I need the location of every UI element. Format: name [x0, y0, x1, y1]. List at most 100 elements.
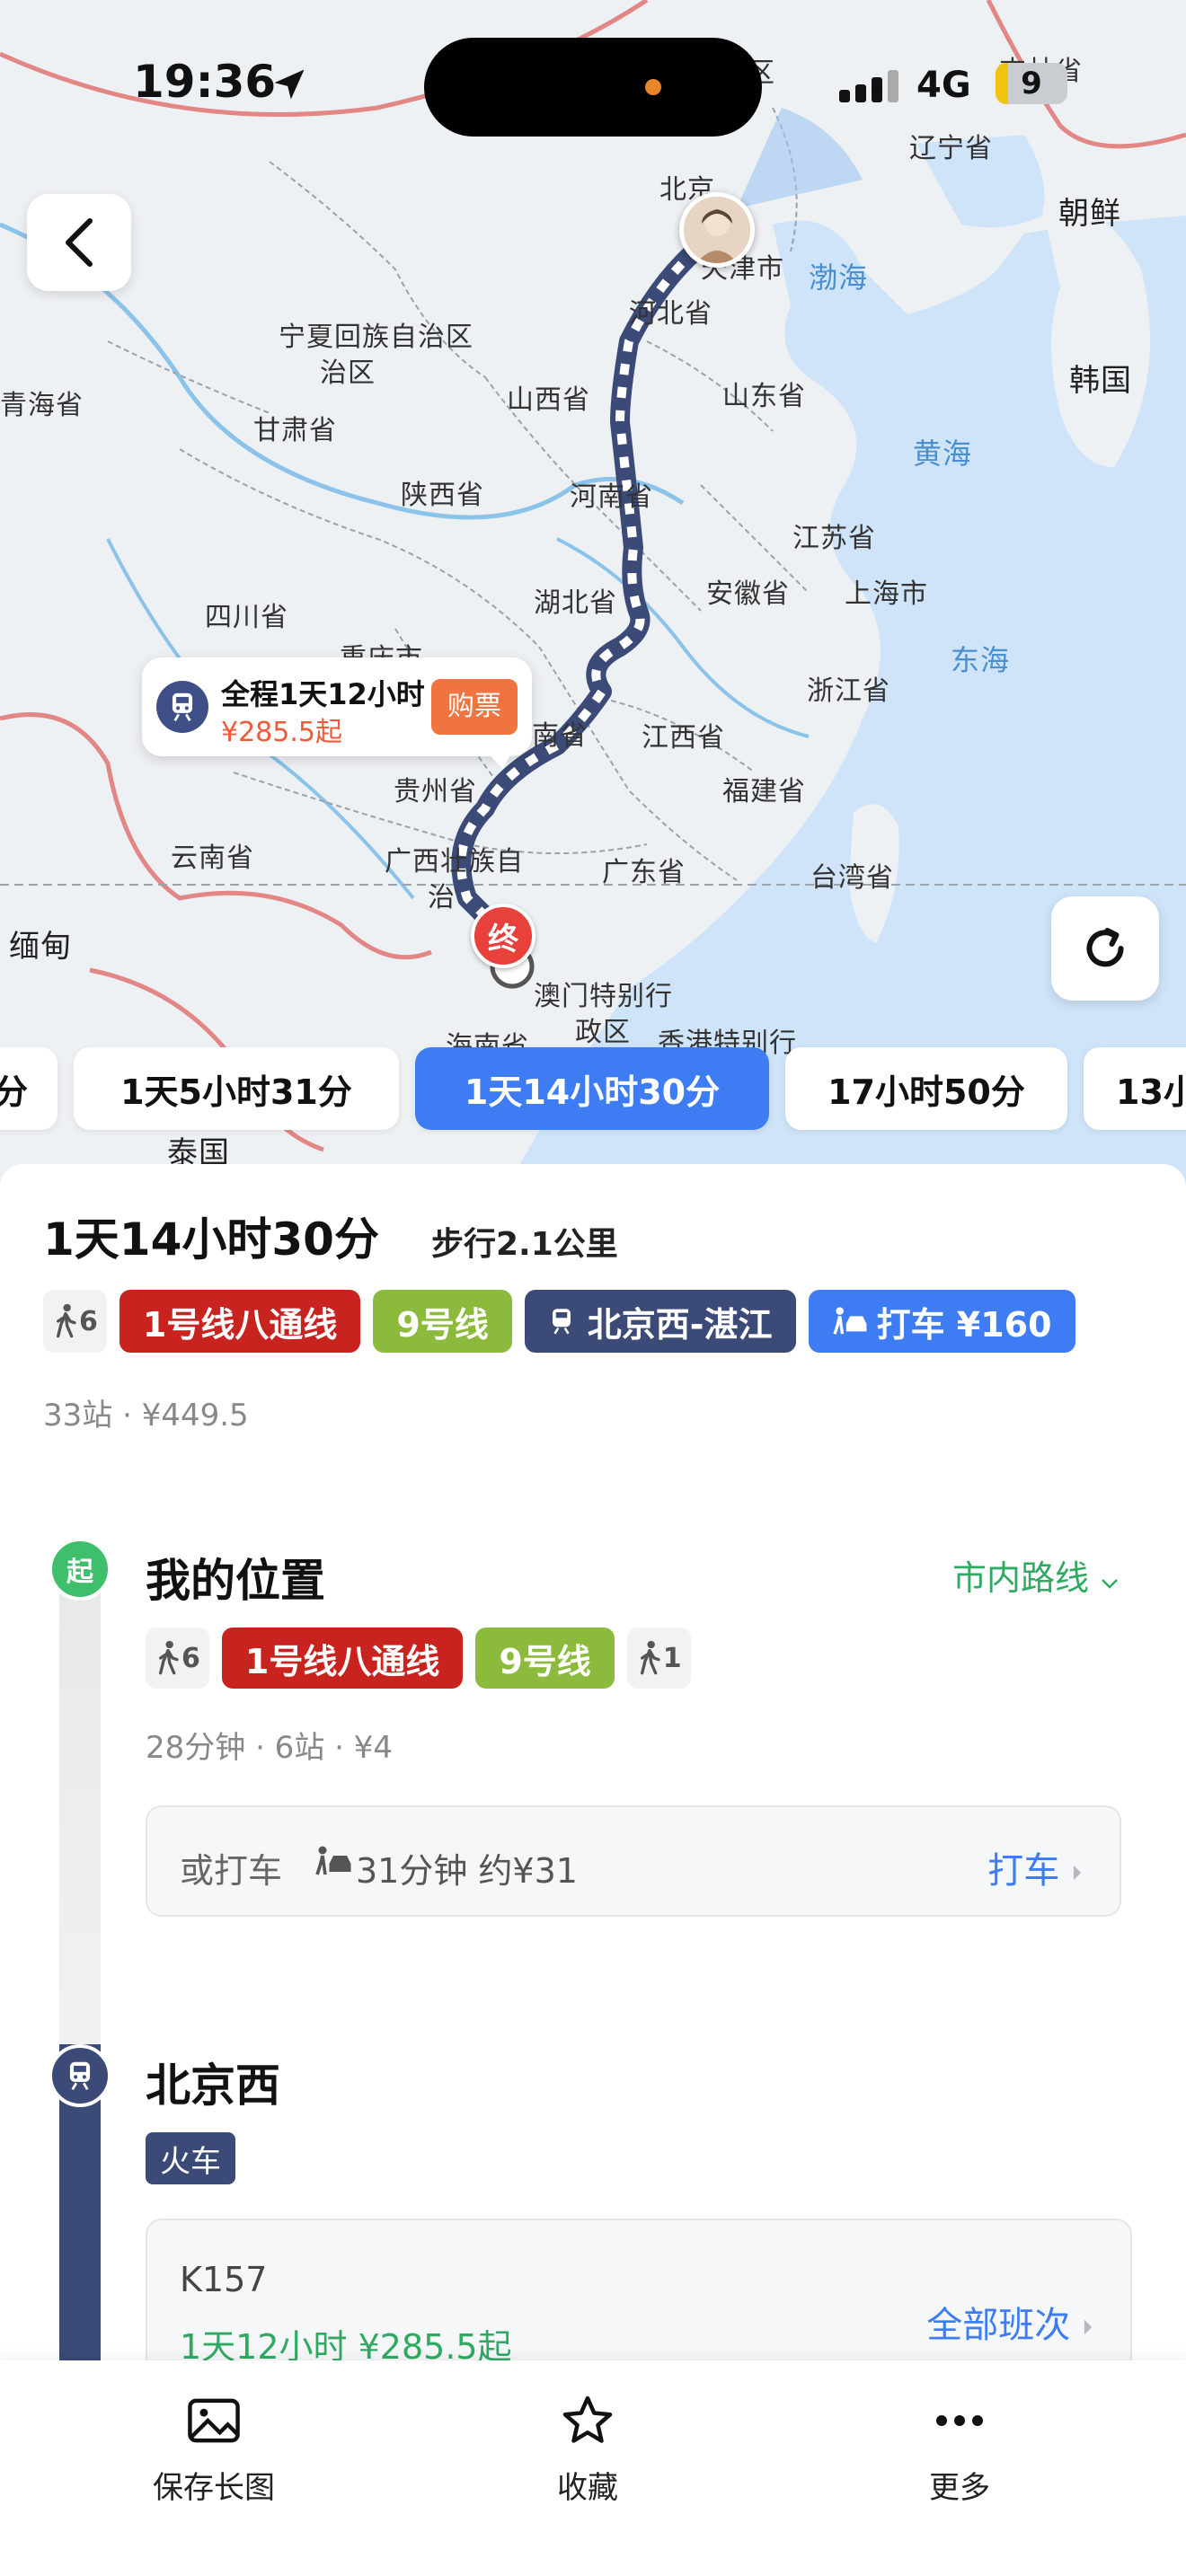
buy-ticket-button[interactable]: 购票	[431, 679, 518, 735]
more-icon	[936, 2415, 983, 2426]
map-label-anhui: 安徽省	[706, 578, 790, 610]
map-label-guangdong: 广东省	[602, 857, 686, 888]
taxi-icon	[315, 1846, 351, 1875]
map-label-taiwan: 台湾省	[810, 862, 894, 894]
train-type-badge: 火车	[146, 2132, 235, 2184]
map-label-henan: 河南省	[570, 481, 653, 513]
ticket-bubble-tail	[485, 751, 512, 769]
map-label-shaanxi: 陕西省	[401, 480, 484, 511]
star-icon	[562, 2395, 613, 2443]
map-label-miandian: 缅甸	[9, 929, 72, 965]
route-options: 分 1天5小时31分 1天14小时30分 17小时50分 13小	[0, 1047, 1186, 1132]
all-trains-button[interactable]: 全部班次	[926, 2296, 1094, 2348]
taxi-option-info: 31分钟 约¥31	[356, 1851, 578, 1891]
station-node	[49, 2044, 111, 2107]
map-label-hanguo: 韩国	[1069, 363, 1132, 399]
map-label-donghai: 东海	[951, 643, 1011, 677]
start-tags: 6 1号线八通线 9号线 1	[146, 1628, 691, 1690]
map-label-shanxi: 山西省	[507, 384, 590, 416]
walk-count: 6	[181, 1642, 200, 1674]
refresh-button[interactable]	[1051, 896, 1159, 1001]
favorite-label: 收藏	[557, 2470, 618, 2506]
train-tag-label: 北京西-湛江	[587, 1304, 773, 1345]
route-detail: 起 我的位置 市内路线 6 1号线八通线 9号线 1 28分钟 · 6站 · ¥…	[0, 1469, 1186, 2443]
route-option-1[interactable]: 1天5小时31分	[74, 1047, 399, 1130]
station-title: 北京西	[146, 2060, 280, 2112]
ticket-price: ¥285.5起	[221, 717, 342, 748]
start-location-avatar[interactable]	[679, 192, 755, 268]
map-label-guizhou: 贵州省	[394, 776, 477, 807]
location-arrow-icon	[274, 69, 305, 100]
network-type: 4G	[916, 65, 971, 106]
ticket-bubble[interactable]: 全程1天12小时 ¥285.5起 购票	[142, 657, 532, 756]
route-option-3[interactable]: 17小时50分	[785, 1047, 1067, 1130]
train-icon	[552, 1309, 571, 1335]
walk-icon	[56, 1303, 76, 1338]
map-label-liaoning: 辽宁省	[909, 133, 993, 164]
train-code: K157	[180, 2260, 268, 2299]
city-route-label: 市内路线	[952, 1558, 1090, 1598]
chevron-right-icon	[1084, 2319, 1093, 2335]
ticket-duration: 全程1天12小时	[221, 677, 425, 711]
route-option-0[interactable]: 分	[0, 1047, 58, 1130]
map-label-zhejiang: 浙江省	[807, 675, 890, 707]
walk-icon	[159, 1640, 179, 1675]
line-tag-1: 1号线八通线	[221, 1628, 464, 1689]
map-label-shanghai: 上海市	[845, 578, 928, 610]
total-duration: 1天14小时30分	[43, 1213, 379, 1266]
chevron-left-icon	[66, 218, 93, 267]
back-button[interactable]	[27, 194, 131, 291]
route-option-2[interactable]: 1天14小时30分	[415, 1047, 769, 1130]
map-label-guangxi2: 治	[428, 882, 456, 913]
bottom-toolbar: 保存长图 收藏 更多	[0, 2360, 1186, 2576]
recording-dot	[645, 79, 661, 95]
end-marker[interactable]: 终	[471, 904, 535, 968]
refresh-icon	[1086, 928, 1124, 967]
start-node: 起	[49, 1538, 111, 1601]
map-label-gansu: 甘肃省	[253, 415, 337, 446]
train-icon	[69, 2061, 91, 2090]
walk-distance: 步行2.1公里	[431, 1226, 618, 1263]
map-label-shandong: 山东省	[722, 381, 806, 412]
more-label: 更多	[929, 2470, 990, 2506]
map-label-bohai: 渤海	[809, 260, 869, 295]
walk-icon	[640, 1640, 660, 1675]
route-summary: 1天14小时30分 步行2.1公里 6 1号线八通线 9号线 北京西-湛江 打车…	[0, 1164, 1186, 1469]
taxi-button[interactable]: 打车	[987, 1841, 1084, 1893]
map-label-sichuan: 四川省	[205, 602, 288, 633]
taxi-tag: 打车 ¥160	[808, 1290, 1075, 1353]
save-image-button[interactable]: 保存长图	[106, 2389, 322, 2507]
more-button[interactable]: 更多	[852, 2389, 1067, 2507]
map-label-jiangxi: 江西省	[642, 722, 725, 754]
map-label-huanghai: 黄海	[913, 437, 973, 471]
taxi-icon	[832, 1307, 866, 1335]
train-icon	[156, 681, 208, 733]
city-route-dropdown[interactable]: 市内路线	[952, 1550, 1120, 1600]
avatar-icon	[684, 197, 750, 263]
map-label-fujian: 福建省	[722, 776, 806, 807]
map-label-hubei: 湖北省	[534, 587, 617, 619]
route-map[interactable]: 北京 区 天津市 河北省 辽宁省 吉林省 朝鲜 韩国 渤海 黄海 东海 山东省 …	[0, 0, 1186, 1195]
line-tag-9: 9号线	[475, 1628, 615, 1689]
favorite-button[interactable]: 收藏	[480, 2389, 695, 2507]
walk-tag: 1	[626, 1628, 691, 1689]
taxi-option[interactable]: 或打车 31分钟 约¥31 打车	[146, 1805, 1121, 1917]
line-tag-9: 9号线	[373, 1290, 512, 1353]
map-label-ningxia2: 治区	[320, 357, 376, 389]
start-stats: 28分钟 · 6站 · ¥4	[146, 1730, 394, 1766]
map-label-ningxia: 宁夏回族自治区	[279, 322, 474, 353]
map-label-guangxi: 广西壮族自	[385, 846, 524, 878]
walk-tag: 6	[43, 1290, 107, 1353]
map-label-qinghai: 青海省	[0, 390, 84, 421]
map-label-aomen2: 政区	[575, 1017, 631, 1048]
train-tag: 北京西-湛江	[524, 1290, 796, 1353]
dynamic-island	[424, 38, 762, 137]
map-label-aomen: 澳门特别行	[534, 981, 673, 1012]
summary-stats: 33站 · ¥449.5	[43, 1398, 249, 1434]
map-label-yunnan: 云南省	[171, 842, 254, 874]
route-option-4[interactable]: 13小	[1084, 1047, 1186, 1130]
battery-level: 9	[1021, 66, 1042, 101]
chevron-right-icon	[1073, 1865, 1082, 1881]
line-tag-1: 1号线八通线	[119, 1290, 361, 1353]
battery-icon: 9	[996, 63, 1067, 104]
